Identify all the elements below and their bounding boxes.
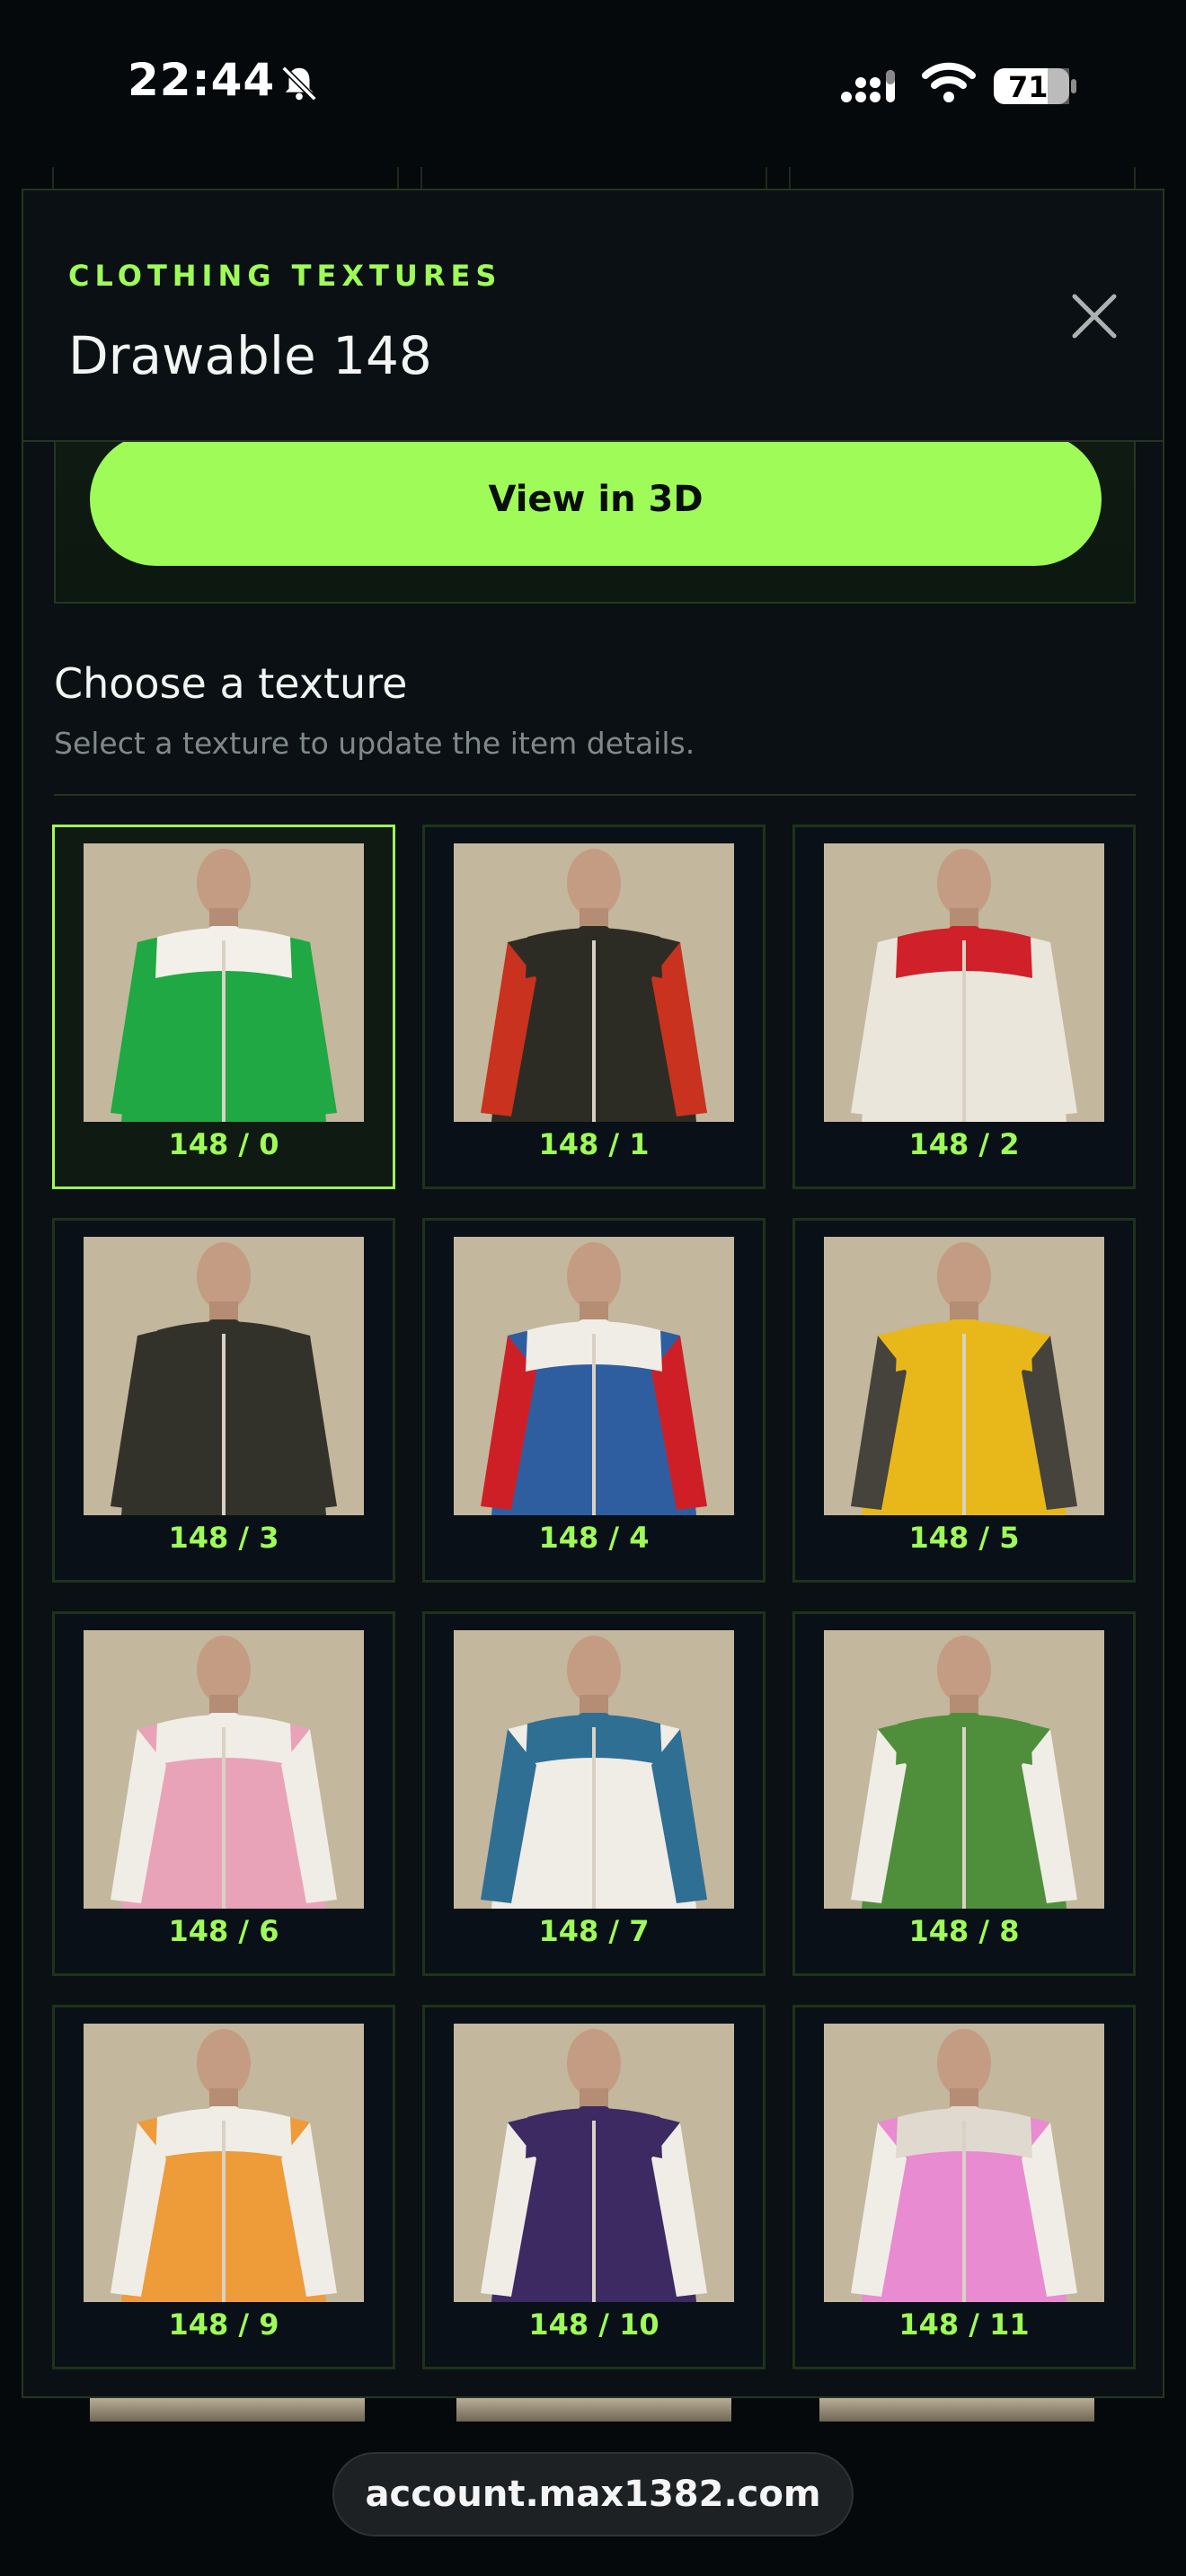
texture-thumbnail-peek bbox=[90, 2398, 365, 2422]
battery-icon: 71 bbox=[992, 65, 1078, 108]
texture-label: 148 / 10 bbox=[528, 2307, 659, 2342]
texture-tile[interactable]: 148 / 11 bbox=[792, 2005, 1136, 2369]
close-icon[interactable] bbox=[1066, 287, 1123, 345]
texture-thumbnail bbox=[84, 1630, 364, 1909]
battery-level: 71 bbox=[1008, 70, 1049, 104]
texture-thumbnail bbox=[824, 1237, 1104, 1515]
status-time: 22:44 bbox=[128, 54, 276, 106]
texture-label: 148 / 6 bbox=[168, 1914, 279, 1948]
texture-thumbnail bbox=[454, 1237, 734, 1515]
texture-tile[interactable]: 148 / 10 bbox=[422, 2005, 766, 2369]
texture-thumbnail bbox=[454, 2024, 734, 2302]
texture-tile[interactable]: 148 / 7 bbox=[422, 1611, 766, 1976]
texture-thumbnail bbox=[454, 1630, 734, 1909]
texture-label: 148 / 3 bbox=[168, 1521, 279, 1555]
texture-thumbnail bbox=[824, 2024, 1104, 2302]
texture-tile[interactable]: 148 / 6 bbox=[52, 1611, 395, 1976]
modal-header: CLOTHING TEXTURES Drawable 148 bbox=[23, 190, 1163, 442]
texture-tile[interactable]: 148 / 3 bbox=[52, 1218, 395, 1583]
texture-label: 148 / 4 bbox=[538, 1521, 650, 1555]
divider bbox=[54, 794, 1136, 796]
texture-tile[interactable]: 148 / 8 bbox=[792, 1611, 1136, 1976]
texture-label: 148 / 2 bbox=[908, 1127, 1020, 1161]
signal-icon bbox=[841, 70, 895, 102]
texture-label: 148 / 1 bbox=[538, 1127, 650, 1161]
status-bar: 22:44 71 bbox=[0, 0, 1186, 171]
view-in-3d-button[interactable]: View in 3D bbox=[90, 433, 1102, 566]
texture-label: 148 / 8 bbox=[908, 1914, 1020, 1948]
texture-tile[interactable]: 148 / 4 bbox=[422, 1218, 766, 1583]
texture-label: 148 / 7 bbox=[538, 1914, 650, 1948]
texture-thumbnail bbox=[84, 2024, 364, 2302]
modal-kicker: CLOTHING TEXTURES bbox=[68, 259, 502, 293]
texture-tile[interactable]: 148 / 1 bbox=[422, 825, 766, 1189]
texture-thumbnail-peek bbox=[819, 2398, 1094, 2422]
texture-thumbnail-peek bbox=[456, 2398, 731, 2422]
texture-thumbnail bbox=[84, 1237, 364, 1515]
section-subtitle: Select a texture to update the item deta… bbox=[54, 726, 695, 761]
texture-label: 148 / 9 bbox=[168, 2307, 279, 2342]
next-row-peek bbox=[54, 2398, 1132, 2422]
texture-tile[interactable]: 148 / 2 bbox=[792, 825, 1136, 1189]
bell-slash-icon bbox=[281, 66, 317, 101]
wifi-icon bbox=[922, 62, 976, 102]
texture-thumbnail bbox=[824, 843, 1104, 1122]
texture-tile[interactable]: 148 / 9 bbox=[52, 2005, 395, 2369]
texture-tile[interactable]: 148 / 0 bbox=[52, 825, 395, 1189]
texture-label: 148 / 0 bbox=[168, 1127, 279, 1161]
texture-tile[interactable]: 148 / 5 bbox=[792, 1218, 1136, 1583]
section-title: Choose a texture bbox=[54, 659, 408, 708]
texture-label: 148 / 5 bbox=[908, 1521, 1020, 1555]
texture-modal: CLOTHING TEXTURES Drawable 148 View in 3… bbox=[22, 189, 1164, 2398]
browser-url-bar[interactable]: account.max1382.com bbox=[332, 2452, 854, 2536]
texture-thumbnail bbox=[84, 843, 364, 1122]
texture-thumbnail bbox=[824, 1630, 1104, 1909]
texture-label: 148 / 11 bbox=[898, 2307, 1030, 2342]
modal-title: Drawable 148 bbox=[68, 325, 432, 386]
cta-panel: View in 3D bbox=[54, 433, 1136, 604]
texture-thumbnail bbox=[454, 843, 734, 1122]
